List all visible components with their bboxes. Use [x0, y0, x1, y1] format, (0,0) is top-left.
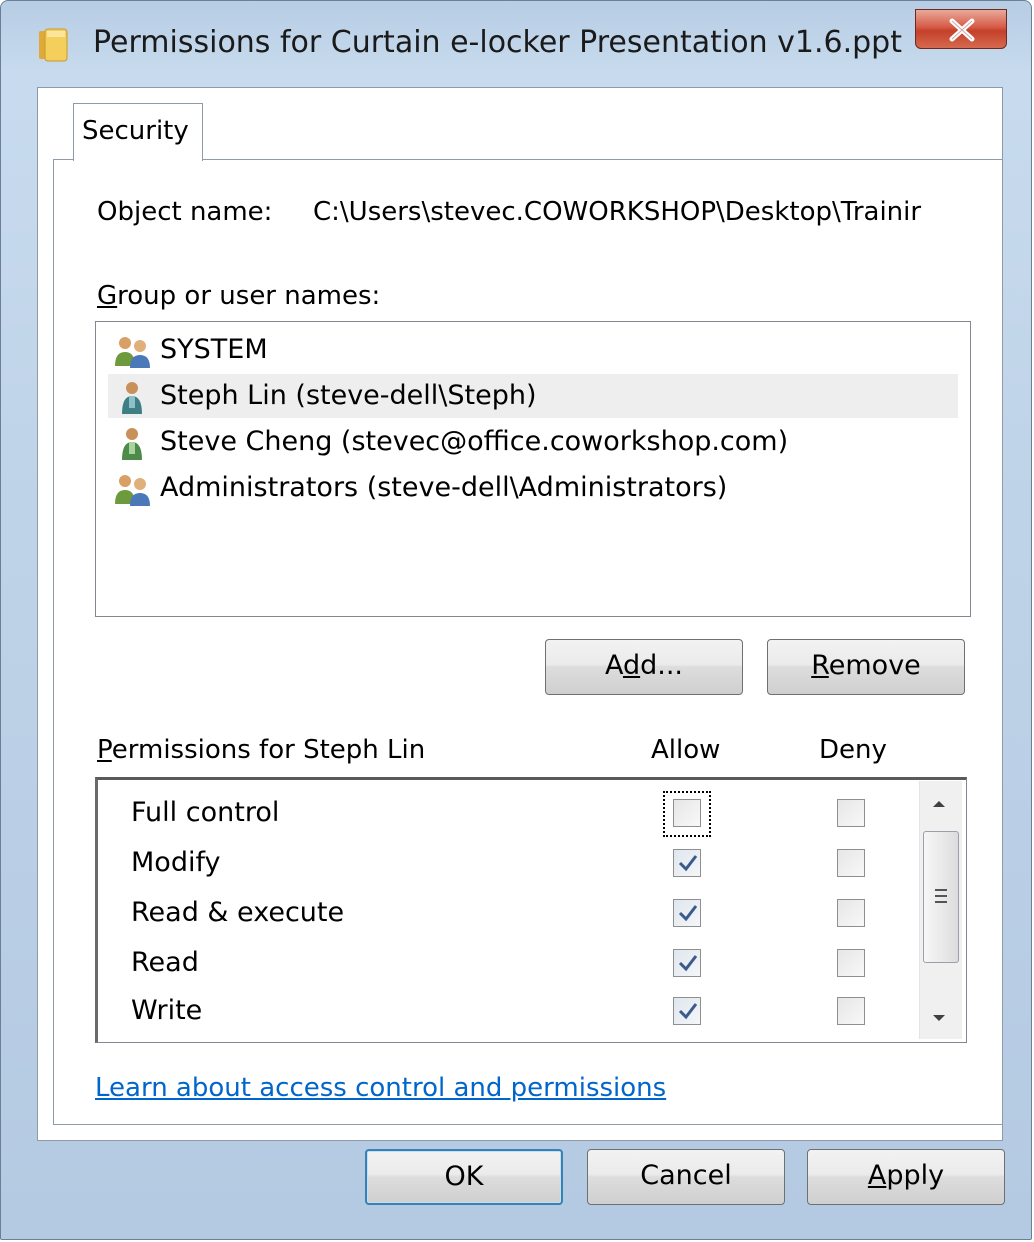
user-name: SYSTEM: [160, 334, 268, 365]
group-users-icon: [115, 475, 150, 506]
checkmark-icon: [678, 1003, 698, 1020]
allow-column-header: Allow: [651, 735, 721, 765]
list-item-user[interactable]: Steve Cheng (stevec@office.coworkshop.co…: [108, 420, 958, 464]
folder-icon: [39, 28, 68, 62]
allow-read-checkbox[interactable]: [673, 949, 701, 977]
group-names-label: Group or user names:: [97, 281, 380, 311]
deny-write-checkbox[interactable]: [837, 997, 865, 1025]
permissions-dialog: Permissions for Curtain e-locker Present…: [0, 0, 1032, 1240]
scroll-up-arrow-icon[interactable]: [929, 797, 949, 811]
list-item-user[interactable]: SYSTEM: [108, 328, 958, 372]
allow-read-execute-checkbox[interactable]: [673, 899, 701, 927]
permission-full-control: Full control: [131, 797, 280, 828]
group-users-icon: [115, 337, 150, 368]
permission-read-execute: Read & execute: [131, 897, 345, 928]
deny-read-execute-checkbox[interactable]: [837, 899, 865, 927]
window-title: Permissions for Curtain e-locker Present…: [93, 25, 902, 60]
tab-security[interactable]: Security: [73, 103, 203, 161]
close-button[interactable]: [915, 9, 1007, 49]
allow-full-control-checkbox[interactable]: [673, 799, 701, 827]
group-label-accesskey: G: [97, 281, 118, 311]
scroll-down-arrow-icon[interactable]: [929, 1011, 949, 1025]
user-icon: [122, 382, 142, 414]
permission-modify: Modify: [131, 847, 221, 878]
list-item-user[interactable]: Administrators (steve-dell\Administrator…: [108, 466, 958, 510]
object-name-label: Object name:: [97, 197, 273, 227]
checkmark-icon: [678, 855, 698, 872]
title-bar[interactable]: Permissions for Curtain e-locker Present…: [1, 1, 1033, 87]
checkmark-icon: [678, 905, 698, 922]
learn-access-control-link[interactable]: Learn about access control and permissio…: [95, 1073, 666, 1103]
object-name-value: C:\Users\stevec.COWORKSHOP\Desktop\Train…: [313, 197, 922, 227]
cancel-button[interactable]: Cancel: [587, 1149, 785, 1205]
allow-write-checkbox[interactable]: [673, 997, 701, 1025]
add-button[interactable]: Add...: [545, 639, 743, 695]
remove-button[interactable]: Remove: [767, 639, 965, 695]
list-item-user-selected[interactable]: Steph Lin (steve-dell\Steph): [108, 374, 958, 418]
scrollbar-thumb[interactable]: [923, 831, 959, 963]
group-user-list[interactable]: SYSTEM Steph Lin (steve-dell\Steph) Stev…: [95, 321, 971, 617]
tab-security-label: Security: [82, 116, 189, 146]
user-name: Administrators (steve-dell\Administrator…: [160, 472, 728, 503]
group-label-rest: roup or user names:: [117, 281, 381, 311]
permissions-label: Permissions for Steph Lin: [97, 735, 426, 765]
deny-modify-checkbox[interactable]: [837, 849, 865, 877]
deny-read-checkbox[interactable]: [837, 949, 865, 977]
deny-full-control-checkbox[interactable]: [837, 799, 865, 827]
permission-write: Write: [131, 995, 203, 1026]
grip-icon: [935, 889, 947, 903]
close-icon: [949, 18, 975, 42]
ok-button[interactable]: OK: [365, 1149, 563, 1205]
user-name: Steph Lin (steve-dell\Steph): [160, 380, 537, 411]
checkmark-icon: [678, 955, 698, 972]
apply-button[interactable]: Apply: [807, 1149, 1005, 1205]
deny-column-header: Deny: [819, 735, 887, 765]
user-icon: [122, 428, 142, 460]
permission-read: Read: [131, 947, 199, 978]
user-name: Steve Cheng (stevec@office.coworkshop.co…: [160, 426, 789, 457]
allow-modify-checkbox[interactable]: [673, 849, 701, 877]
